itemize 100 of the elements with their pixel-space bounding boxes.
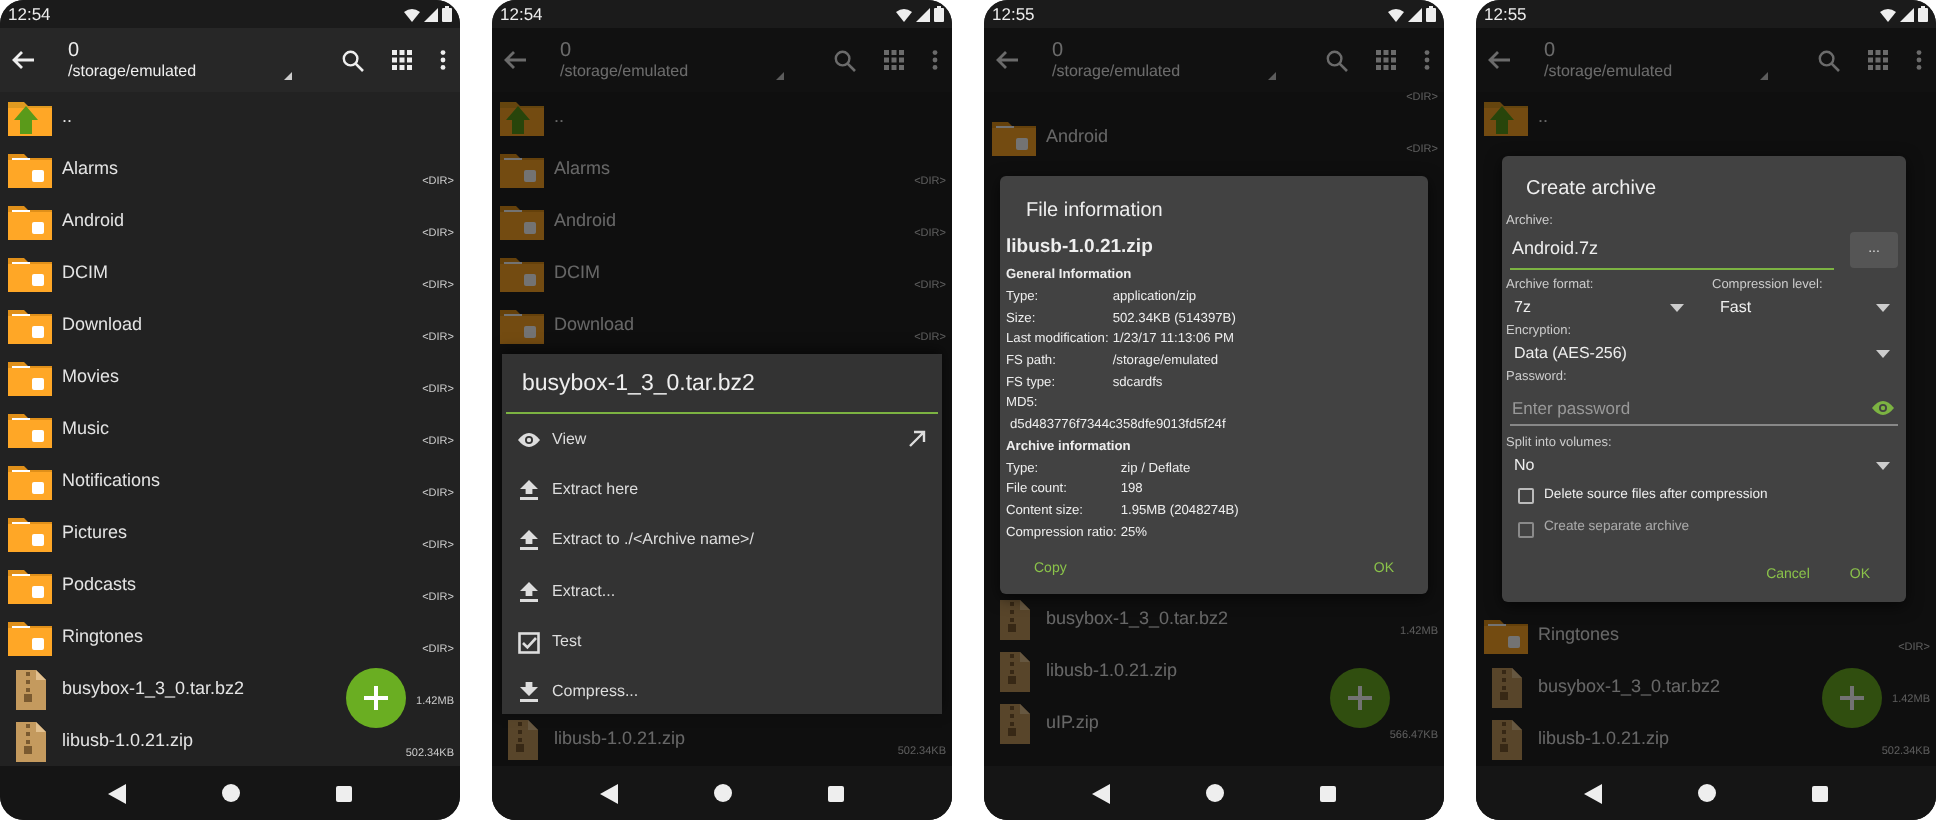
menu-item[interactable]: Test xyxy=(502,616,942,668)
dialog-title: File information xyxy=(1024,198,1165,226)
file-name[interactable]: Pictures xyxy=(62,520,128,548)
file-name[interactable]: DCIM xyxy=(62,260,108,288)
back-icon[interactable] xyxy=(108,783,126,803)
folder-title: 0 xyxy=(1052,39,1066,61)
folder-icon xyxy=(6,358,54,398)
folder-icon xyxy=(498,254,546,294)
eye-icon xyxy=(518,431,540,448)
dropdown-caret-icon xyxy=(1876,349,1890,357)
dropdown-caret-icon xyxy=(1876,462,1890,471)
folder-path[interactable]: /storage/emulated xyxy=(1544,61,1673,81)
dropdown[interactable]: 7z xyxy=(1506,293,1692,321)
battery-icon xyxy=(1426,6,1436,22)
dropdown-corner-icon[interactable] xyxy=(284,71,292,79)
upload-icon xyxy=(518,480,540,501)
battery-icon xyxy=(442,6,452,22)
menu-item[interactable]: Extract here xyxy=(502,465,942,516)
add-button[interactable] xyxy=(346,668,406,728)
folder-icon xyxy=(498,306,546,346)
folder-title: 0 xyxy=(1544,39,1558,61)
recents-icon[interactable] xyxy=(1320,785,1336,801)
checkbox[interactable] xyxy=(1518,488,1534,505)
download-icon xyxy=(518,682,540,703)
signal-icon xyxy=(424,7,438,21)
home-icon[interactable] xyxy=(1698,784,1716,802)
folder-path[interactable]: /storage/emulated xyxy=(1052,61,1181,81)
file-name[interactable]: libusb-1.0.21.zip xyxy=(62,728,194,756)
battery-icon xyxy=(934,6,944,22)
plus-icon xyxy=(1840,686,1864,710)
more-icon[interactable] xyxy=(440,50,446,70)
file-name[interactable]: Download xyxy=(62,312,143,340)
back-icon[interactable] xyxy=(600,783,618,803)
dropdown[interactable]: No xyxy=(1506,452,1898,481)
file-name[interactable]: Podcasts xyxy=(62,572,137,600)
dropdown-caret-icon xyxy=(1670,303,1684,311)
wifi-icon xyxy=(1388,7,1404,21)
folder-title: 0 xyxy=(68,39,82,61)
recents-icon[interactable] xyxy=(336,785,352,801)
folder-icon xyxy=(6,306,54,346)
back-icon[interactable] xyxy=(1092,783,1110,803)
dropdown[interactable]: Fast xyxy=(1712,293,1898,321)
folder-icon xyxy=(6,566,54,606)
file-name[interactable]: Movies xyxy=(62,364,120,392)
parent-folder-icon xyxy=(1482,98,1530,138)
file-name[interactable]: .. xyxy=(62,104,73,132)
signal-icon xyxy=(1900,7,1914,21)
wifi-icon xyxy=(1880,7,1896,21)
home-icon[interactable] xyxy=(1206,784,1224,802)
folder-icon xyxy=(6,462,54,502)
back-icon[interactable] xyxy=(1584,783,1602,803)
folder-icon xyxy=(1482,616,1530,657)
file-name[interactable]: Notifications xyxy=(62,468,161,496)
parent-folder-icon xyxy=(6,98,54,138)
dropdown[interactable]: Data (AES-256) xyxy=(1506,339,1898,367)
external-arrow-icon xyxy=(908,430,926,449)
folder-icon xyxy=(990,118,1038,158)
folder-icon xyxy=(6,150,54,190)
recents-icon[interactable] xyxy=(828,785,844,801)
folder-path[interactable]: /storage/emulated xyxy=(560,61,689,81)
file-name[interactable]: Android xyxy=(62,208,125,236)
menu-item[interactable]: Compress... xyxy=(502,667,942,719)
status-time: 12:55 xyxy=(1484,1,1527,27)
battery-icon xyxy=(1918,6,1928,22)
parent-folder-icon xyxy=(498,98,546,138)
signal-icon xyxy=(1408,7,1422,21)
folder-icon xyxy=(498,150,546,190)
grid-icon[interactable] xyxy=(392,50,412,70)
folder-icon xyxy=(498,202,546,242)
plus-icon xyxy=(364,686,388,710)
file-name[interactable]: Ringtones xyxy=(62,624,144,652)
menu-item[interactable]: View xyxy=(502,414,942,466)
status-time: 12:54 xyxy=(8,1,51,27)
back-arrow-icon[interactable] xyxy=(12,50,34,70)
dropdown-caret-icon xyxy=(1876,303,1890,311)
menu-item[interactable]: Extract to ./<Archive name>/ xyxy=(502,515,942,567)
file-name[interactable]: Music xyxy=(62,416,110,444)
folder-icon xyxy=(6,514,54,554)
upload-icon xyxy=(518,581,540,602)
dialog-title: Create archive xyxy=(1524,176,1659,204)
folder-icon xyxy=(6,202,54,242)
checkbox-icon xyxy=(518,631,540,654)
home-icon[interactable] xyxy=(714,784,732,802)
file-name[interactable]: busybox-1_3_0.tar.bz2 xyxy=(62,676,245,704)
eye-icon[interactable] xyxy=(1872,399,1894,415)
folder-path[interactable]: /storage/emulated xyxy=(68,61,197,81)
folder-icon xyxy=(6,410,54,450)
folder-icon xyxy=(6,254,54,294)
wifi-icon xyxy=(404,7,420,21)
sheet-title: busybox-1_3_0.tar.bz2 xyxy=(506,354,938,415)
wifi-icon xyxy=(896,7,912,21)
upload-icon xyxy=(518,530,540,551)
signal-icon xyxy=(916,7,930,21)
menu-item[interactable]: Extract... xyxy=(502,566,942,617)
file-name[interactable]: Alarms xyxy=(62,156,119,184)
recents-icon[interactable] xyxy=(1812,785,1828,801)
archive-name-field[interactable]: Android.7z xyxy=(1510,232,1834,269)
home-icon[interactable] xyxy=(222,784,240,802)
status-time: 12:55 xyxy=(992,1,1035,27)
search-icon[interactable] xyxy=(342,49,364,71)
